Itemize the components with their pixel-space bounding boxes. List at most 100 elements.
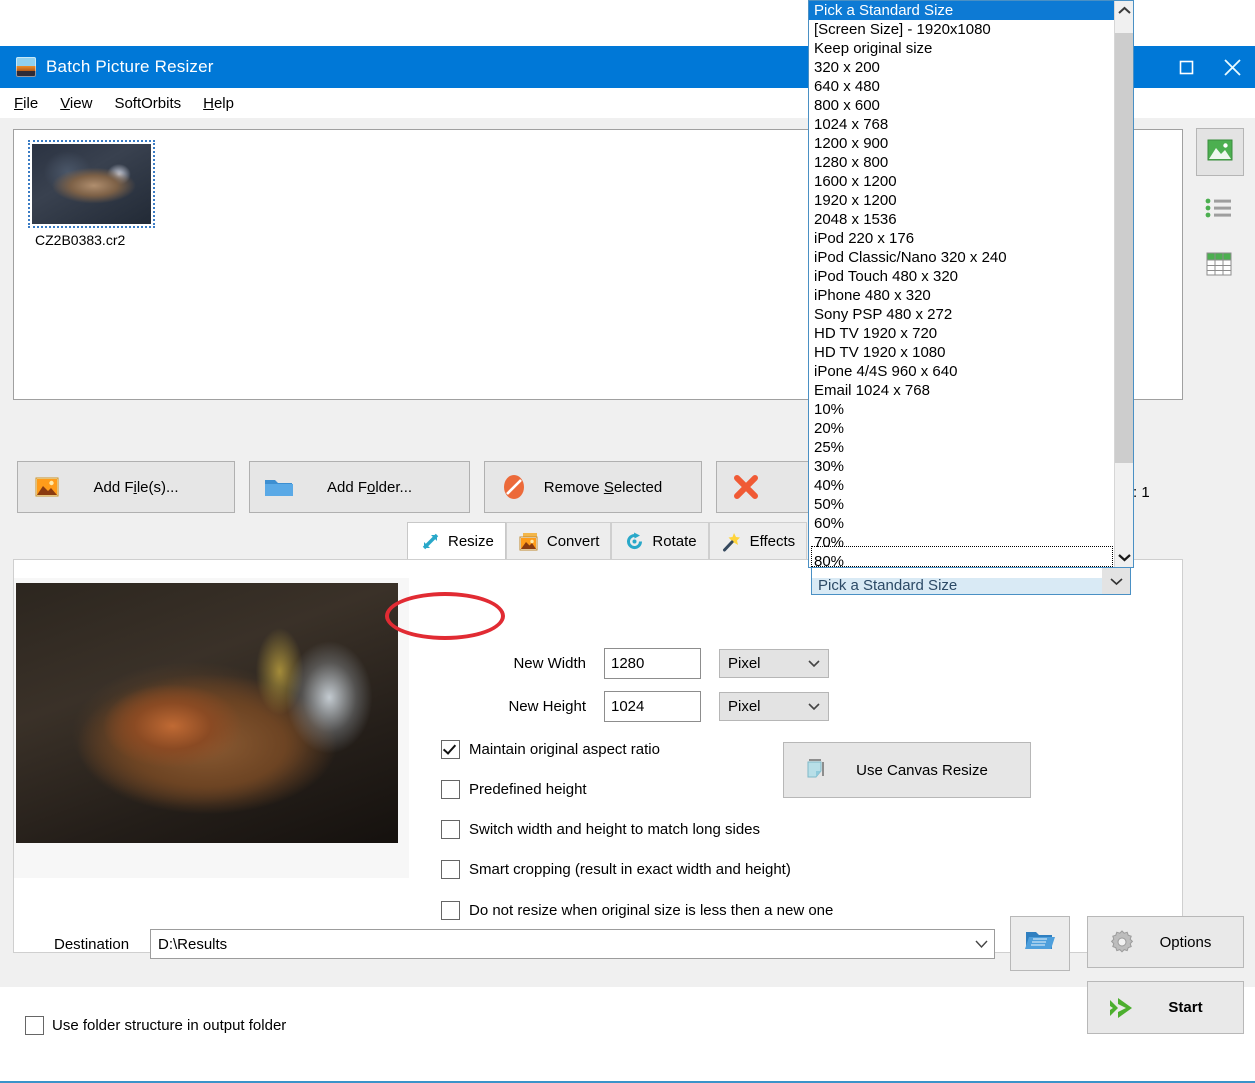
dropdown-item[interactable]: 25%: [809, 438, 1115, 457]
remove-selected-button[interactable]: Remove Selected: [484, 461, 702, 513]
standard-size-value: Pick a Standard Size: [812, 578, 1102, 594]
scrollbar-thumb[interactable]: [1115, 33, 1134, 463]
new-width-label: New Width: [418, 655, 586, 672]
dropdown-item[interactable]: 1200 x 900: [809, 134, 1115, 153]
tab-effects[interactable]: Effects: [709, 522, 808, 560]
dropdown-item[interactable]: iPod Classic/Nano 320 x 240: [809, 248, 1115, 267]
dropdown-item[interactable]: 800 x 600: [809, 96, 1115, 115]
dropdown-item[interactable]: [Screen Size] - 1920x1080: [809, 20, 1115, 39]
dropdown-item[interactable]: iPone 4/4S 960 x 640: [809, 362, 1115, 381]
checkbox-switch-width-height[interactable]: Switch width and height to match long si…: [441, 820, 760, 839]
list-view-button[interactable]: [1199, 190, 1239, 230]
add-files-button[interactable]: Add File(s)...: [17, 461, 235, 513]
destination-value: D:\Results: [151, 936, 968, 953]
use-canvas-resize-button[interactable]: Use Canvas Resize: [783, 742, 1031, 798]
app-icon: [16, 57, 36, 77]
thumbnail-view-button[interactable]: [1196, 128, 1244, 176]
dropdown-item[interactable]: iPod Touch 480 x 320: [809, 267, 1115, 286]
remove-selected-label: Remove Selected: [531, 479, 701, 496]
width-unit-select[interactable]: Pixel: [719, 649, 829, 678]
menu-softorbits[interactable]: SoftOrbits: [110, 93, 185, 114]
dropdown-item[interactable]: HD TV 1920 x 1080: [809, 343, 1115, 362]
details-view-icon: [1206, 252, 1232, 281]
width-unit-value: Pixel: [728, 655, 761, 672]
tab-rotate-label: Rotate: [652, 533, 696, 550]
remove-icon: [497, 474, 531, 500]
dropdown-item[interactable]: 40%: [809, 476, 1115, 495]
dropdown-list[interactable]: Pick a Standard Size[Screen Size] - 1920…: [808, 0, 1134, 568]
canvas-resize-icon: [796, 755, 838, 785]
preview-image: [16, 583, 398, 843]
checkbox-do-not-resize[interactable]: Do not resize when original size is less…: [441, 901, 833, 920]
new-height-label: New Height: [418, 698, 586, 715]
add-image-icon: [30, 477, 64, 497]
dropdown-item[interactable]: 10%: [809, 400, 1115, 419]
dropdown-focus-indicator: [811, 546, 1113, 567]
checkbox-maintain-aspect-ratio[interactable]: Maintain original aspect ratio: [441, 740, 660, 759]
dropdown-item[interactable]: 1920 x 1200: [809, 191, 1115, 210]
options-button[interactable]: Options: [1087, 916, 1244, 968]
tab-convert[interactable]: Convert: [506, 522, 612, 560]
chevron-down-icon: [808, 655, 820, 672]
checkbox-smart-cropping[interactable]: Smart cropping (result in exact width an…: [441, 860, 791, 879]
standard-size-dropdown[interactable]: Pick a Standard Size[Screen Size] - 1920…: [808, 0, 1134, 625]
window-controls: [1163, 46, 1255, 88]
dropdown-item[interactable]: 640 x 480: [809, 77, 1115, 96]
add-folder-label: Add Folder...: [296, 479, 469, 496]
resize-arrows-icon: [419, 531, 441, 553]
standard-size-combobox[interactable]: Pick a Standard Size: [811, 567, 1131, 595]
start-button[interactable]: Start: [1087, 981, 1244, 1034]
dropdown-item[interactable]: HD TV 1920 x 720: [809, 324, 1115, 343]
menu-file[interactable]: FFileile: [10, 93, 42, 114]
checkbox-predefined-height[interactable]: Predefined height: [441, 780, 587, 799]
checkbox-label: Use folder structure in output folder: [52, 1017, 286, 1034]
dropdown-item[interactable]: Email 1024 x 768: [809, 381, 1115, 400]
height-unit-select[interactable]: Pixel: [719, 692, 829, 721]
dropdown-item[interactable]: iPhone 480 x 320: [809, 286, 1115, 305]
new-width-input[interactable]: [604, 648, 701, 679]
checkbox-label: Predefined height: [469, 781, 587, 798]
dropdown-item[interactable]: 1024 x 768: [809, 115, 1115, 134]
dropdown-item[interactable]: 50%: [809, 495, 1115, 514]
chevron-down-icon: [808, 698, 820, 715]
window-title: Batch Picture Resizer: [46, 57, 214, 77]
dropdown-items: Pick a Standard Size[Screen Size] - 1920…: [809, 1, 1115, 568]
add-folder-button[interactable]: Add Folder...: [249, 461, 470, 513]
scroll-up-button[interactable]: [1115, 1, 1134, 20]
thumbnail-label: CZ2B0383.cr2: [35, 232, 125, 248]
dropdown-item[interactable]: Sony PSP 480 x 272: [809, 305, 1115, 324]
preview-pane: [14, 578, 409, 878]
dropdown-item[interactable]: 30%: [809, 457, 1115, 476]
dropdown-item[interactable]: iPod 220 x 176: [809, 229, 1115, 248]
tab-rotate[interactable]: Rotate: [611, 522, 708, 560]
destination-combobox[interactable]: D:\Results: [150, 929, 995, 959]
dropdown-item[interactable]: 2048 x 1536: [809, 210, 1115, 229]
application-window: Batch Picture Resizer FFileile View Soft…: [0, 46, 1255, 987]
use-canvas-resize-label: Use Canvas Resize: [838, 762, 1030, 779]
add-files-label: Add File(s)...: [64, 479, 234, 496]
dropdown-item[interactable]: 1280 x 800: [809, 153, 1115, 172]
tab-resize[interactable]: Resize: [407, 522, 506, 560]
checkbox-label: Do not resize when original size is less…: [469, 902, 833, 919]
list-item[interactable]: CZ2B0383.cr2: [28, 140, 151, 250]
chevron-down-icon[interactable]: [968, 940, 994, 949]
thumbnail-image: [32, 144, 151, 224]
checkbox-use-folder-structure[interactable]: Use folder structure in output folder: [25, 1016, 286, 1035]
scroll-down-button[interactable]: [1115, 548, 1134, 567]
dropdown-item[interactable]: Keep original size: [809, 39, 1115, 58]
menu-help[interactable]: Help: [199, 93, 238, 114]
dropdown-item[interactable]: 320 x 200: [809, 58, 1115, 77]
maximize-button[interactable]: [1163, 46, 1209, 88]
menu-view[interactable]: View: [56, 93, 96, 114]
new-height-input[interactable]: [604, 691, 701, 722]
dropdown-item[interactable]: Pick a Standard Size: [809, 1, 1115, 20]
chevron-down-icon[interactable]: [1102, 568, 1130, 594]
browse-folder-button[interactable]: [1010, 916, 1070, 971]
dropdown-scrollbar[interactable]: [1114, 1, 1133, 567]
dropdown-item[interactable]: 1600 x 1200: [809, 172, 1115, 191]
details-view-button[interactable]: [1199, 246, 1239, 286]
close-button[interactable]: [1209, 46, 1255, 88]
dropdown-item[interactable]: 20%: [809, 419, 1115, 438]
dropdown-item[interactable]: 60%: [809, 514, 1115, 533]
gear-icon: [1102, 928, 1142, 956]
